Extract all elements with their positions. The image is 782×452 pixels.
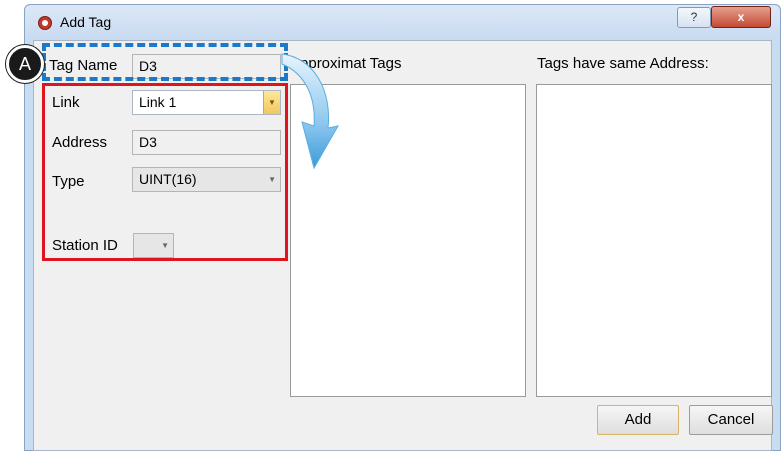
app-icon (38, 16, 52, 30)
tag-name-highlight (42, 43, 288, 81)
curved-arrow-icon (281, 53, 339, 170)
title-bar: Add Tag ? x (25, 5, 780, 39)
close-button[interactable]: x (711, 6, 771, 28)
same-address-list[interactable] (536, 84, 772, 397)
cancel-button[interactable]: Cancel (689, 405, 773, 435)
window-title: Add Tag (60, 14, 112, 30)
annotation-badge-a: A (6, 45, 44, 83)
add-button[interactable]: Add (597, 405, 679, 435)
same-address-label: Tags have same Address: (537, 55, 709, 72)
help-button[interactable]: ? (677, 7, 711, 28)
settings-highlight (42, 83, 288, 261)
